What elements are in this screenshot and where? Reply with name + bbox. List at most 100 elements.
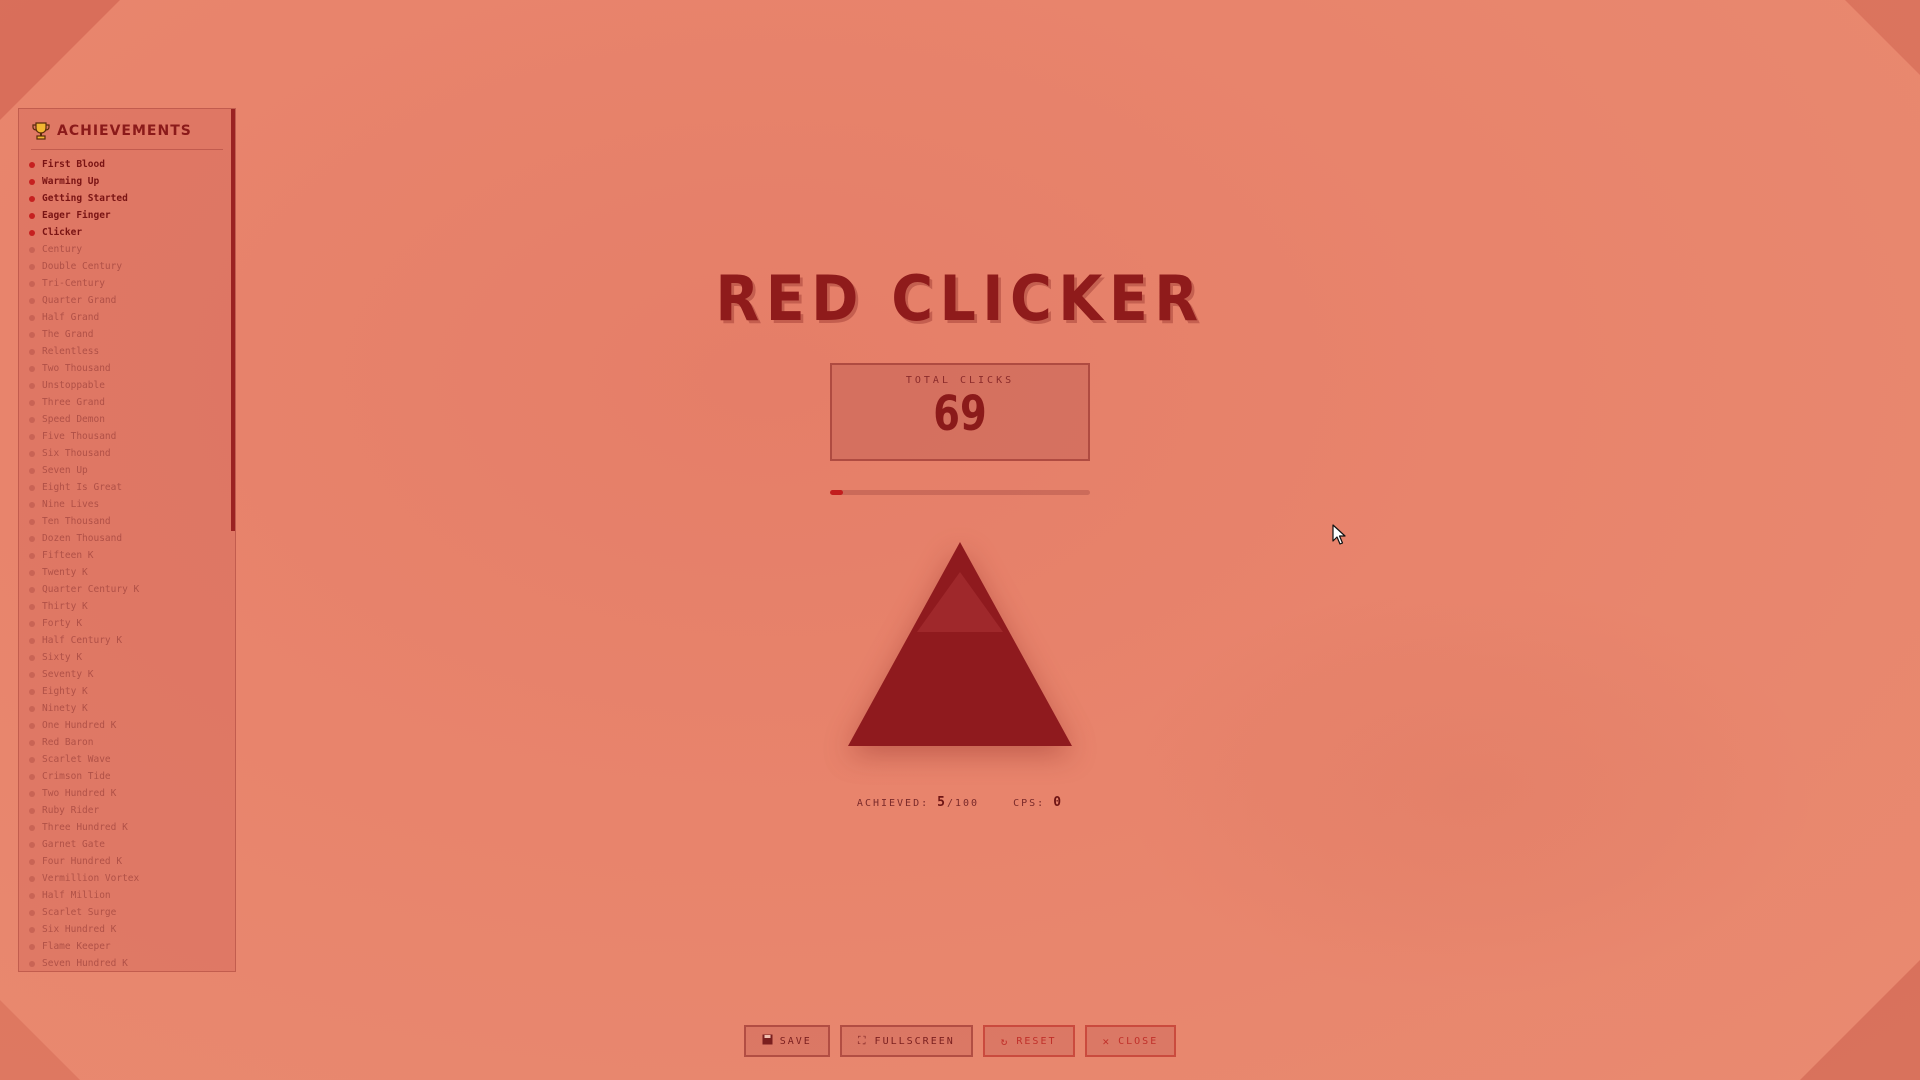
achievement-name: Four Hundred K bbox=[42, 856, 123, 867]
achievement-locked-dot-icon bbox=[29, 297, 35, 304]
reset-button[interactable]: ↻ RESET bbox=[982, 1025, 1075, 1057]
achievements-header: ACHIEVEMENTS bbox=[31, 121, 223, 150]
achievement-unlocked-dot-icon bbox=[29, 195, 35, 202]
achievement-locked-dot-icon bbox=[29, 416, 35, 423]
achievement-locked-dot-icon bbox=[29, 518, 35, 525]
achievement-name: Half Century K bbox=[42, 635, 123, 646]
corner-decoration-top-left bbox=[0, 0, 120, 120]
achievement-name: Relentless bbox=[42, 346, 100, 357]
cps-value: 0 bbox=[1053, 795, 1064, 810]
achievement-item: Seven Hundred K bbox=[29, 955, 235, 971]
achievement-item: Relentless bbox=[29, 343, 235, 360]
achievement-item: Eight Is Great bbox=[29, 479, 235, 496]
achievement-item: Speed Demon bbox=[29, 411, 235, 428]
achievement-locked-dot-icon bbox=[29, 688, 35, 695]
corner-decoration-top-right bbox=[1845, 0, 1920, 75]
achievement-name: Ninety K bbox=[42, 703, 88, 714]
progress-fill bbox=[830, 490, 843, 495]
close-label: CLOSE bbox=[1118, 1035, 1159, 1047]
achievement-item: Flame Keeper bbox=[29, 938, 235, 955]
achievement-item: Scarlet Surge bbox=[29, 904, 235, 921]
achievement-locked-dot-icon bbox=[29, 875, 35, 882]
achievement-locked-dot-icon bbox=[29, 552, 35, 559]
achievement-item: Seventy K bbox=[29, 666, 235, 683]
achievement-item: Ninety K bbox=[29, 700, 235, 717]
achievement-item: Five Thousand bbox=[29, 428, 235, 445]
achievements-panel[interactable]: ACHIEVEMENTS First Blood Warming Up Gettin… bbox=[18, 108, 236, 972]
fullscreen-button[interactable]: ⛶ FULLSCREEN bbox=[839, 1025, 973, 1057]
achievement-locked-dot-icon bbox=[29, 382, 35, 389]
achieved-count: 5 bbox=[937, 795, 947, 810]
achievement-item: Scarlet Wave bbox=[29, 751, 235, 768]
achievement-item: Dozen Thousand bbox=[29, 530, 235, 547]
achievement-unlocked-dot-icon bbox=[29, 161, 35, 168]
reset-icon: ↻ bbox=[1000, 1034, 1010, 1048]
progress-bar bbox=[830, 490, 1090, 495]
achievement-name: Seven Up bbox=[42, 465, 88, 476]
achievement-item: Three Hundred K bbox=[29, 819, 235, 836]
achievement-name: Eight Is Great bbox=[42, 482, 123, 493]
achievement-locked-dot-icon bbox=[29, 637, 35, 644]
achievement-item: Half Century K bbox=[29, 632, 235, 649]
achievement-item: Getting Started bbox=[29, 190, 235, 207]
achievement-item: Crimson Tide bbox=[29, 768, 235, 785]
achievement-locked-dot-icon bbox=[29, 569, 35, 576]
achievement-name: Seventy K bbox=[42, 669, 94, 680]
achievement-name: Century bbox=[42, 244, 83, 255]
achievement-locked-dot-icon bbox=[29, 314, 35, 321]
achievement-name: Sixty K bbox=[42, 652, 83, 663]
achievement-name: Flame Keeper bbox=[42, 941, 111, 952]
achievement-locked-dot-icon bbox=[29, 399, 35, 406]
achievement-name: Getting Started bbox=[42, 193, 128, 204]
achievement-locked-dot-icon bbox=[29, 348, 35, 355]
achievement-item: Vermillion Vortex bbox=[29, 870, 235, 887]
achievement-locked-dot-icon bbox=[29, 756, 35, 763]
achievement-item: Eighty K bbox=[29, 683, 235, 700]
mouse-cursor-icon bbox=[1332, 524, 1346, 545]
achievement-locked-dot-icon bbox=[29, 467, 35, 474]
achievement-locked-dot-icon bbox=[29, 824, 35, 831]
save-button[interactable]: SAVE bbox=[743, 1025, 830, 1057]
achievement-locked-dot-icon bbox=[29, 841, 35, 848]
achievement-item: Warming Up bbox=[29, 173, 235, 190]
trophy-icon bbox=[31, 121, 51, 141]
achievement-name: Dozen Thousand bbox=[42, 533, 123, 544]
achievement-name: Nine Lives bbox=[42, 499, 100, 510]
achievement-name: Forty K bbox=[42, 618, 83, 629]
achievement-locked-dot-icon bbox=[29, 909, 35, 916]
achievement-locked-dot-icon bbox=[29, 705, 35, 712]
achievement-locked-dot-icon bbox=[29, 943, 35, 950]
click-triangle-button[interactable] bbox=[848, 542, 1072, 746]
achievement-item: Clicker bbox=[29, 224, 235, 241]
achieved-label: ACHIEVED: bbox=[856, 798, 930, 809]
achievement-name: Five Thousand bbox=[42, 431, 117, 442]
close-icon: ✕ bbox=[1102, 1034, 1112, 1048]
achievement-name: Warming Up bbox=[42, 176, 100, 187]
achievement-name: Three Grand bbox=[42, 397, 105, 408]
achievement-name: Eager Finger bbox=[42, 210, 111, 221]
achievement-name: Twenty K bbox=[42, 567, 88, 578]
achievement-name: Scarlet Surge bbox=[42, 907, 117, 918]
cps-label: CPS: bbox=[1013, 798, 1046, 809]
achievement-item: Forty K bbox=[29, 615, 235, 632]
achievement-item: Twenty K bbox=[29, 564, 235, 581]
achievement-locked-dot-icon bbox=[29, 739, 35, 746]
achievement-name: Six Hundred K bbox=[42, 924, 117, 935]
achievement-locked-dot-icon bbox=[29, 654, 35, 661]
achievement-name: Three Hundred K bbox=[42, 822, 128, 833]
fullscreen-label: FULLSCREEN bbox=[874, 1035, 955, 1047]
game-title: RED CLICKER bbox=[715, 262, 1205, 335]
achievement-locked-dot-icon bbox=[29, 586, 35, 593]
save-icon bbox=[762, 1034, 773, 1048]
close-button[interactable]: ✕ CLOSE bbox=[1084, 1025, 1177, 1057]
counter-label: TOTAL CLICKS bbox=[905, 375, 1015, 386]
counter-value: 69 bbox=[933, 386, 987, 442]
achievement-name: Scarlet Wave bbox=[42, 754, 111, 765]
achievement-name: Six Thousand bbox=[42, 448, 111, 459]
achievement-item: Thirty K bbox=[29, 598, 235, 615]
reset-label: RESET bbox=[1016, 1035, 1057, 1047]
achievement-item: Red Baron bbox=[29, 734, 235, 751]
achievement-item: Ten Thousand bbox=[29, 513, 235, 530]
achievement-name: Vermillion Vortex bbox=[42, 873, 140, 884]
achievement-name: Eighty K bbox=[42, 686, 88, 697]
